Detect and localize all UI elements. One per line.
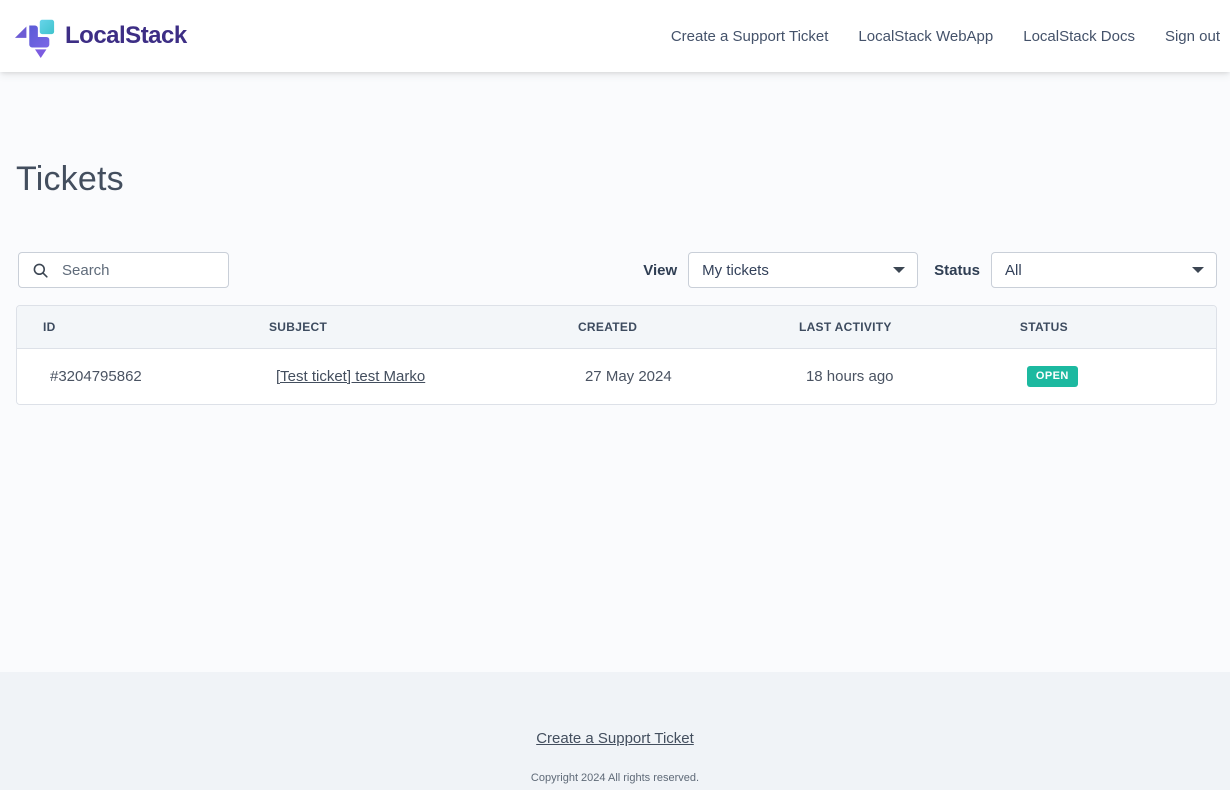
chevron-down-icon	[1192, 267, 1204, 273]
column-header-subject: SUBJECT	[243, 320, 552, 334]
ticket-id: #3204795862	[17, 368, 243, 385]
tickets-table: ID SUBJECT CREATED LAST ACTIVITY STATUS …	[16, 305, 1217, 405]
status-badge: OPEN	[1027, 366, 1078, 387]
column-header-status: STATUS	[994, 320, 1216, 334]
localstack-logo[interactable]: LocalStack	[14, 13, 187, 59]
nav-create-support-ticket[interactable]: Create a Support Ticket	[671, 28, 829, 45]
ticket-created: 27 May 2024	[552, 368, 773, 385]
top-nav: Create a Support Ticket LocalStack WebAp…	[671, 28, 1220, 45]
filters: View My tickets Status All	[643, 252, 1217, 288]
view-select[interactable]: My tickets	[688, 252, 918, 288]
filter-toolbar: View My tickets Status All	[16, 252, 1217, 288]
page-title: Tickets	[16, 160, 1217, 199]
app-bar: LocalStack Create a Support Ticket Local…	[0, 0, 1230, 72]
logo-wordmark: LocalStack	[65, 22, 187, 50]
ticket-subject-link[interactable]: [Test ticket] test Marko	[276, 368, 425, 385]
column-header-id: ID	[17, 320, 243, 334]
nav-localstack-webapp[interactable]: LocalStack WebApp	[858, 28, 993, 45]
page-footer: Create a Support Ticket Copyright 2024 A…	[0, 672, 1230, 790]
search-icon	[31, 261, 50, 280]
nav-localstack-docs[interactable]: LocalStack Docs	[1023, 28, 1135, 45]
chevron-down-icon	[893, 267, 905, 273]
copyright-text: Copyright 2024 All rights reserved.	[0, 772, 1230, 784]
table-row: #3204795862 [Test ticket] test Marko 27 …	[17, 349, 1216, 404]
footer-create-support-ticket-link[interactable]: Create a Support Ticket	[536, 730, 694, 747]
search-input[interactable]	[60, 261, 218, 280]
ticket-last-activity: 18 hours ago	[773, 368, 994, 385]
localstack-logo-icon	[14, 13, 56, 59]
status-label: Status	[934, 262, 980, 279]
status-select-value: All	[1005, 262, 1022, 279]
view-select-value: My tickets	[702, 262, 769, 279]
view-label: View	[643, 262, 677, 279]
main-content: Tickets View My tickets Status All ID	[0, 72, 1230, 672]
search-box[interactable]	[18, 252, 229, 288]
table-header-row: ID SUBJECT CREATED LAST ACTIVITY STATUS	[17, 306, 1216, 349]
nav-sign-out[interactable]: Sign out	[1165, 28, 1220, 45]
column-header-created: CREATED	[552, 320, 773, 334]
status-select[interactable]: All	[991, 252, 1217, 288]
column-header-last-activity: LAST ACTIVITY	[773, 320, 994, 334]
